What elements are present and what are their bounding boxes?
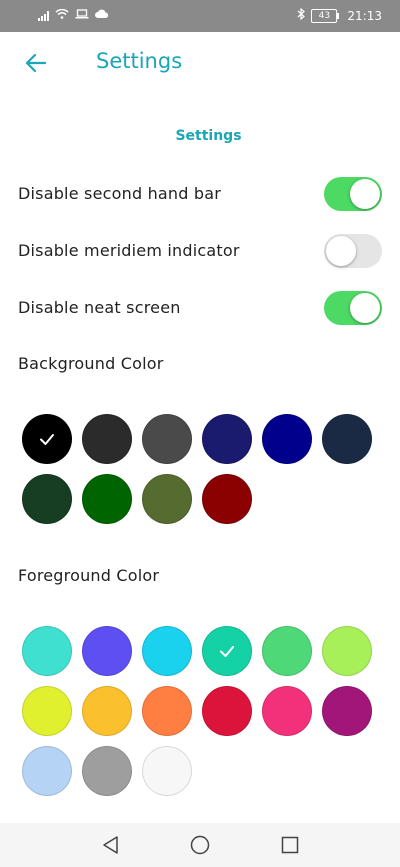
foreground-color-swatch[interactable] — [82, 686, 132, 736]
background-color-swatch[interactable] — [22, 474, 72, 524]
foreground-color-swatch[interactable] — [262, 626, 312, 676]
foreground-color-swatch[interactable] — [322, 686, 372, 736]
toggle-knob — [350, 293, 380, 323]
foreground-color-swatch[interactable] — [22, 626, 72, 676]
navigation-bar — [0, 823, 400, 867]
background-color-swatch[interactable] — [262, 414, 312, 464]
background-color-swatches — [22, 414, 382, 524]
laptop-icon — [75, 9, 89, 22]
status-time: 21:13 — [347, 8, 382, 23]
background-color-swatch[interactable] — [22, 414, 72, 464]
foreground-color-label: Foreground Color — [18, 566, 160, 585]
foreground-color-swatch[interactable] — [22, 686, 72, 736]
foreground-color-swatch[interactable] — [262, 686, 312, 736]
wifi-icon — [55, 8, 69, 22]
toggle-knob — [326, 236, 356, 266]
foreground-color-swatch[interactable] — [202, 626, 252, 676]
status-left-icons — [38, 8, 109, 22]
signal-icon — [38, 10, 49, 21]
neat-screen-toggle[interactable] — [324, 291, 382, 325]
second-hand-toggle[interactable] — [324, 177, 382, 211]
status-right-icons: 43 21:13 — [297, 7, 382, 23]
foreground-color-swatches — [22, 626, 382, 796]
cloud-icon — [95, 9, 109, 22]
foreground-color-swatch[interactable] — [142, 686, 192, 736]
battery-icon: 43 — [311, 8, 340, 23]
foreground-color-swatch[interactable] — [142, 626, 192, 676]
back-triangle-icon[interactable] — [100, 834, 122, 856]
background-color-swatch[interactable] — [82, 414, 132, 464]
meridiem-toggle[interactable] — [324, 234, 382, 268]
recents-square-icon[interactable] — [279, 834, 301, 856]
status-bar: 43 21:13 — [0, 0, 400, 32]
background-color-swatch[interactable] — [142, 474, 192, 524]
checkmark-icon — [40, 434, 54, 445]
foreground-color-swatch[interactable] — [142, 746, 192, 796]
background-color-swatch[interactable] — [202, 474, 252, 524]
toggle-row-second-hand: Disable second hand bar — [0, 174, 400, 214]
toggle-label: Disable meridiem indicator — [18, 241, 240, 260]
background-color-swatch[interactable] — [142, 414, 192, 464]
background-color-swatch[interactable] — [202, 414, 252, 464]
foreground-color-swatch[interactable] — [82, 746, 132, 796]
home-circle-icon[interactable] — [189, 834, 211, 856]
toggle-label: Disable neat screen — [18, 298, 181, 317]
toggle-knob — [350, 179, 380, 209]
app-bar-title: Settings — [96, 49, 183, 73]
toggle-row-meridiem: Disable meridiem indicator — [0, 231, 400, 271]
section-title: Settings — [175, 128, 242, 144]
foreground-color-swatch[interactable] — [202, 686, 252, 736]
background-color-label: Background Color — [18, 354, 164, 373]
foreground-color-swatch[interactable] — [22, 746, 72, 796]
foreground-color-swatch[interactable] — [322, 626, 372, 676]
foreground-color-swatch[interactable] — [82, 626, 132, 676]
background-color-swatch[interactable] — [322, 414, 372, 464]
app-bar: Settings — [0, 32, 400, 94]
bluetooth-icon — [297, 7, 306, 23]
back-arrow-icon[interactable] — [22, 49, 50, 77]
toggle-label: Disable second hand bar — [18, 184, 222, 203]
toggle-row-neat-screen: Disable neat screen — [0, 288, 400, 328]
checkmark-icon — [220, 646, 234, 657]
background-color-swatch[interactable] — [82, 474, 132, 524]
